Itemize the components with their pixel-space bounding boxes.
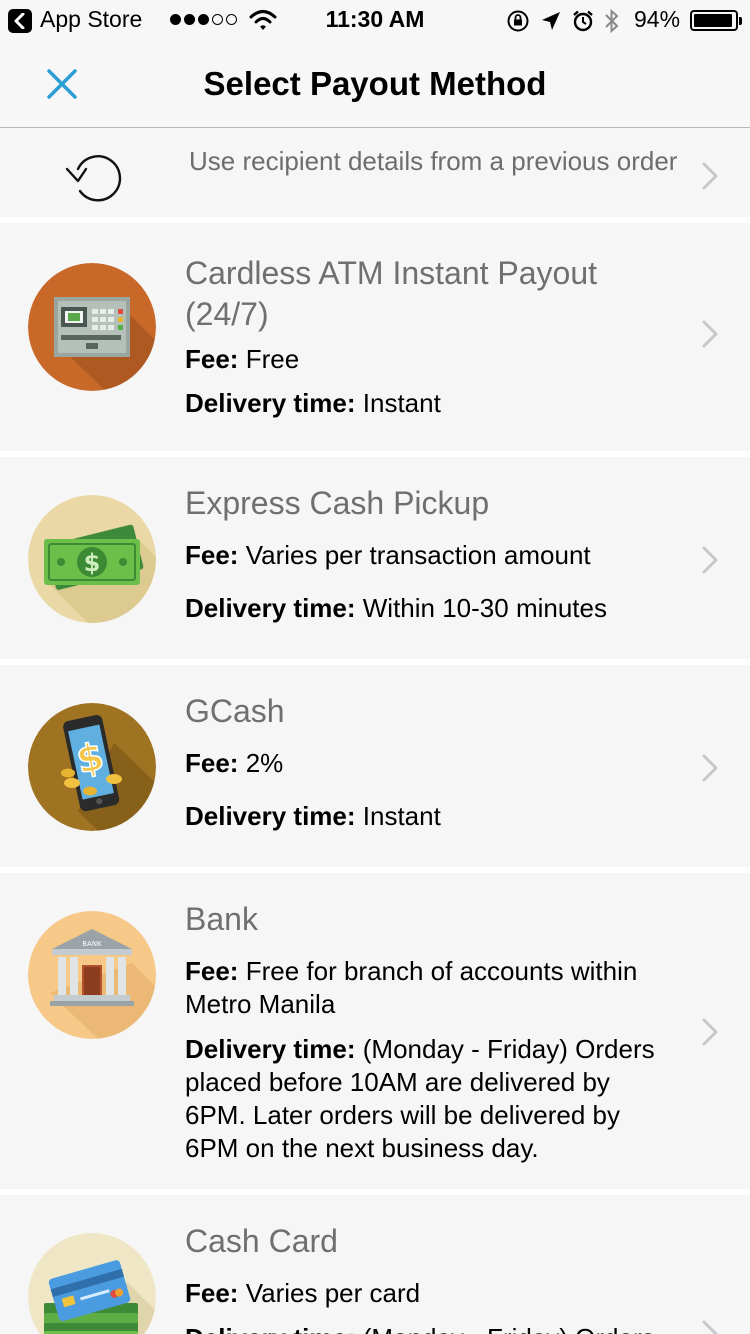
fee-value: Varies per card <box>245 1278 421 1308</box>
method-title: Bank <box>185 901 258 937</box>
previous-order-label: Use recipient details from a previous or… <box>189 146 678 176</box>
method-fee: Fee: 2% <box>185 748 284 778</box>
fee-value: Free for branch of accounts within Metro… <box>185 956 638 1019</box>
method-delivery-time: Delivery time: (Monday - Friday) Orders <box>185 1322 675 1334</box>
payout-method-cardless-atm[interactable]: Cardless ATM Instant Payout (24/7) Fee: … <box>0 223 750 457</box>
bank-sign: BANK <box>82 940 102 948</box>
method-delivery-time: Delivery time: Within 10-30 minutes <box>185 593 607 623</box>
battery-percentage: 94% <box>634 6 681 32</box>
method-title: Express Cash Pickup <box>185 485 490 521</box>
location-icon <box>542 12 560 30</box>
payout-method-cash-card[interactable]: Cash Card Fee: Varies per card Delivery … <box>0 1195 750 1334</box>
fee-value: Varies per transaction amount <box>245 540 591 570</box>
rotation-lock-icon <box>507 10 529 32</box>
method-delivery-time: Delivery time: Instant <box>185 801 441 831</box>
chevron-right-icon <box>702 1018 718 1046</box>
delivery-value: Instant <box>362 801 441 831</box>
method-title: Cardless ATM Instant Payout (24/7) <box>185 255 598 332</box>
cash-icon: $ <box>28 495 156 623</box>
mobile-wallet-icon: $ <box>28 703 156 831</box>
svg-text:$: $ <box>84 549 101 577</box>
delivery-value: (Monday - Friday) Orders <box>363 1323 655 1334</box>
battery-icon <box>690 10 742 31</box>
atm-icon <box>28 263 156 391</box>
chevron-right-icon <box>702 1320 718 1334</box>
status-bar: App Store 11:30 AM 94% <box>0 0 750 40</box>
history-icon <box>65 155 122 202</box>
method-fee: Fee: Free <box>185 344 300 374</box>
chevron-right-icon <box>702 754 718 782</box>
bank-icon: BANK <box>28 911 156 1039</box>
method-title: GCash <box>185 693 285 729</box>
method-title: Cash Card <box>185 1223 338 1259</box>
method-delivery-time: Delivery time: Instant <box>185 388 441 418</box>
fee-value: 2% <box>245 748 284 778</box>
payout-method-bank[interactable]: BANK Bank Fee: Free for branch of accoun… <box>0 873 750 1195</box>
delivery-value: Instant <box>362 388 441 418</box>
method-fee: Fee: Free for branch of accounts within … <box>185 956 638 1019</box>
page-title: Select Payout Method <box>203 65 547 102</box>
method-fee: Fee: Varies per transaction amount <box>185 540 591 570</box>
method-delivery-time: Delivery time: (Monday - Friday) Orders … <box>185 1034 655 1163</box>
delivery-value: Within 10-30 minutes <box>362 593 607 623</box>
fee-value: Free <box>245 344 300 374</box>
cash-card-icon <box>28 1233 156 1334</box>
method-fee: Fee: Varies per card <box>185 1278 421 1308</box>
bluetooth-icon <box>605 8 619 34</box>
payout-method-express-cash-pickup[interactable]: $ Express Cash Pickup Fee: Varies per tr… <box>0 457 750 665</box>
navigation-bar: Select Payout Method <box>0 40 750 128</box>
chevron-right-icon <box>702 320 718 348</box>
chevron-right-icon <box>702 162 718 190</box>
alarm-icon <box>573 10 593 32</box>
previous-order-row[interactable]: Use recipient details from a previous or… <box>0 129 750 223</box>
payout-method-gcash[interactable]: $ GCash Fee: 2% Delivery time: Instant <box>0 665 750 873</box>
chevron-right-icon <box>702 546 718 574</box>
payout-method-list: Use recipient details from a previous or… <box>0 129 750 1334</box>
